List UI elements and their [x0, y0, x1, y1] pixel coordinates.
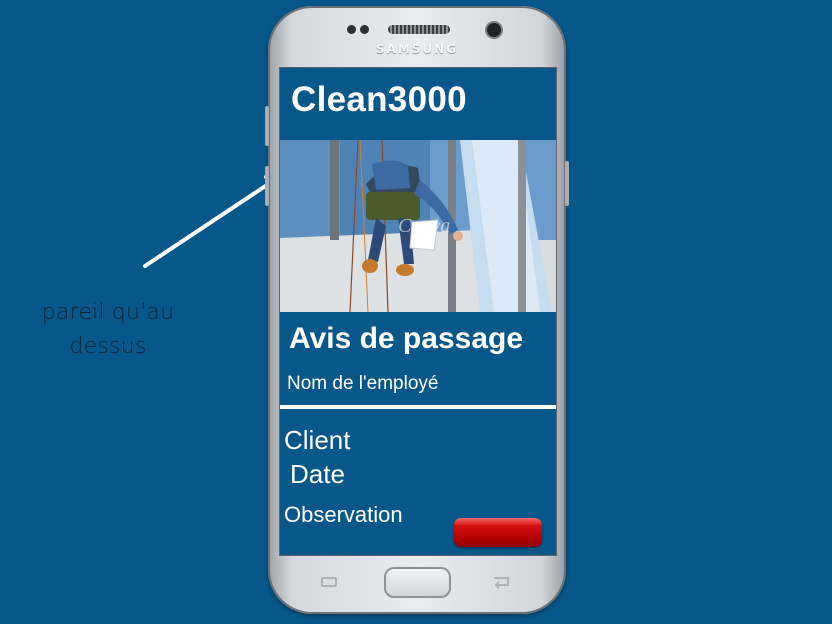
- sensor-right: [360, 25, 369, 34]
- annotation-text: pareil qu'au dessus: [20, 296, 196, 364]
- employee-name-label: Nom de l'employé: [287, 373, 439, 394]
- phone-frame: SAMSUNG Clean3000 Canva Avis de passage …: [265, 6, 569, 614]
- observation-field-label: Observation: [284, 502, 403, 527]
- volume-button: [265, 106, 269, 146]
- section-divider: [280, 405, 556, 409]
- annotation-line-1: pareil qu'au: [41, 300, 175, 325]
- app-screen: Clean3000 Canva Avis de passage Nom de l…: [279, 67, 557, 556]
- annotation-line-2: dessus: [69, 334, 147, 359]
- back-icon[interactable]: [490, 572, 512, 590]
- hero-image: Canva: [280, 140, 556, 312]
- earpiece-speaker: [388, 25, 450, 34]
- date-field-label: Date: [290, 459, 345, 489]
- submit-button[interactable]: [454, 518, 542, 547]
- app-title: Clean3000: [291, 80, 467, 119]
- client-field-label: Client: [284, 425, 351, 455]
- recent-apps-icon[interactable]: [321, 577, 337, 587]
- brand-logo: SAMSUNG: [375, 42, 459, 56]
- power-button: [565, 161, 569, 206]
- canva-watermark: Canva: [398, 215, 450, 237]
- front-camera: [487, 23, 501, 37]
- sensor-left: [347, 25, 356, 34]
- side-button: [265, 166, 269, 206]
- page-heading: Avis de passage: [289, 322, 524, 355]
- home-button[interactable]: [384, 567, 451, 598]
